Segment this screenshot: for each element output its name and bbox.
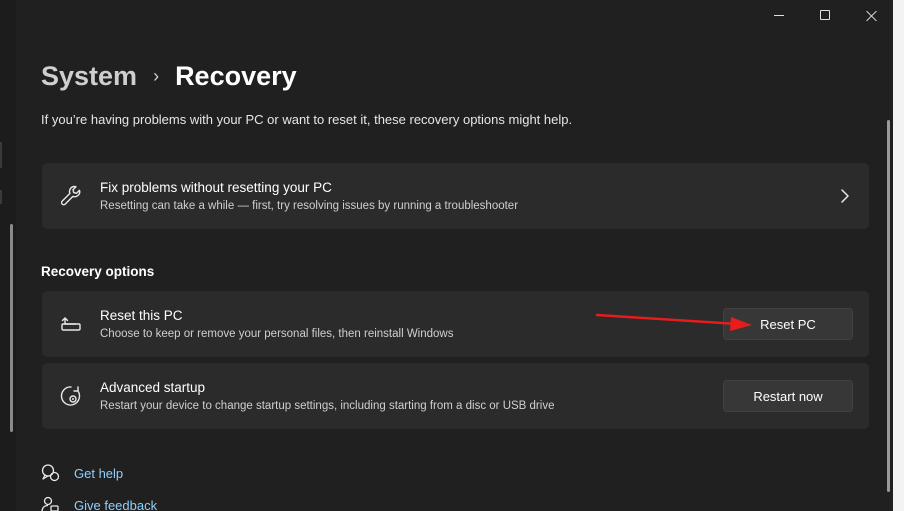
restart-now-button[interactable]: Restart now <box>723 380 853 412</box>
section-heading: Recovery options <box>41 264 155 279</box>
breadcrumb-system[interactable]: System <box>41 61 137 92</box>
minimize-icon <box>774 14 784 16</box>
reset-pc-title: Reset this PC <box>100 308 183 323</box>
close-icon <box>866 10 877 21</box>
feedback-icon <box>41 496 59 511</box>
get-help-label[interactable]: Get help <box>74 466 123 481</box>
window-edge <box>893 0 904 511</box>
advanced-startup-icon <box>60 386 81 406</box>
give-feedback-label[interactable]: Give feedback <box>74 498 157 511</box>
nav-indicator <box>0 190 2 204</box>
chevron-right-icon <box>841 189 849 203</box>
wrench-icon <box>60 185 81 206</box>
page-title: Recovery <box>175 60 297 91</box>
fix-problems-card[interactable]: Fix problems without resetting your PC R… <box>42 163 869 229</box>
maximize-button[interactable] <box>802 0 848 30</box>
fix-problems-description: Resetting can take a while — first, try … <box>100 200 519 212</box>
reset-pc-icon <box>61 317 81 331</box>
close-button[interactable] <box>848 0 894 30</box>
minimize-button[interactable] <box>756 0 802 30</box>
get-help-link[interactable]: Get help <box>40 462 123 484</box>
breadcrumb-separator: › <box>153 65 160 86</box>
maximize-icon <box>820 10 830 20</box>
fix-problems-title: Fix problems without resetting your PC <box>100 180 332 195</box>
advanced-startup-title: Advanced startup <box>100 380 206 395</box>
left-pane-edge <box>0 0 16 511</box>
advanced-startup-card: Advanced startup Restart your device to … <box>42 363 869 429</box>
nav-scrollbar[interactable] <box>10 224 13 432</box>
annotation-arrow <box>595 313 752 331</box>
give-feedback-link[interactable]: Give feedback <box>40 494 157 511</box>
nav-indicator <box>0 142 2 168</box>
content-scrollbar[interactable] <box>887 120 890 492</box>
reset-pc-description: Choose to keep or remove your personal f… <box>100 328 454 340</box>
advanced-startup-description: Restart your device to change startup se… <box>100 400 555 412</box>
breadcrumb: System › Recovery <box>41 56 297 96</box>
help-icon <box>41 464 60 482</box>
intro-text: If you’re having problems with your PC o… <box>41 112 573 127</box>
